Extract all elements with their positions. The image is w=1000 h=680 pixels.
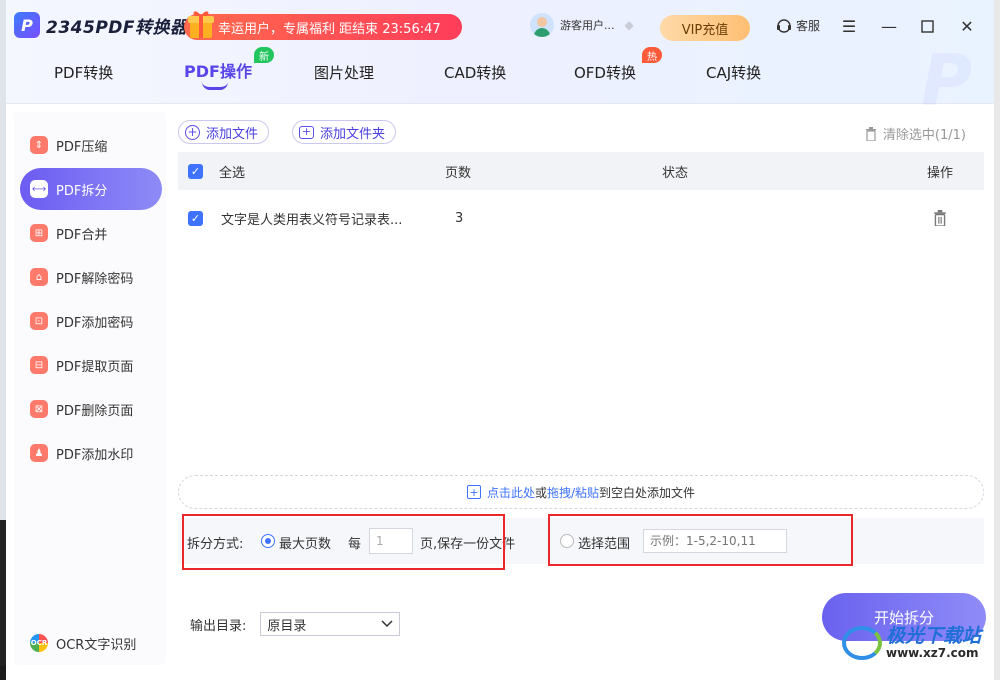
vip-recharge-button[interactable]: VIP充值 [660, 15, 750, 41]
customer-service-button[interactable]: 客服 [776, 17, 820, 34]
diamond-icon: ◆ [624, 18, 634, 32]
watermark-icon: ♟ [30, 444, 48, 462]
promo-banner[interactable]: 幸运用户，专属福利 距结束 23:56:47 [184, 11, 462, 40]
tab-cad-convert[interactable]: CAD转换 [444, 62, 506, 83]
user-name: 游客用户... [560, 19, 615, 32]
sidebar-item-label: OCR文字识别 [56, 637, 137, 653]
sidebar-item-split[interactable]: ⟷ PDF拆分 [20, 168, 162, 210]
sidebar-item-label: PDF合并 [56, 227, 108, 243]
sidebar-item-remove-password[interactable]: ⌂ PDF解除密码 [20, 256, 162, 298]
gift-icon [188, 11, 214, 38]
sidebar-item-add-watermark[interactable]: ♟ PDF添加水印 [20, 432, 162, 474]
site-watermark: 极光下载站 www.xz7.com [842, 626, 981, 660]
minimize-icon[interactable]: — [878, 14, 900, 38]
extract-icon: ⊟ [30, 356, 48, 374]
sidebar-item-label: PDF拆分 [56, 183, 108, 199]
delete-page-icon: ⊠ [30, 400, 48, 418]
highlight-box-max-pages [182, 514, 505, 570]
output-directory-value: 原目录 [267, 618, 307, 634]
main-panel: + 添加文件 + 添加文件夹 清除选中(1/1) ✓ 全选 页数 状态 操作 ✓… [172, 112, 994, 680]
active-tab-indicator [202, 82, 228, 90]
clear-selected-label: 清除选中(1/1) [882, 128, 966, 143]
user-account[interactable]: 游客用户... ◆ [530, 13, 634, 37]
column-header-select-all: 全选 [219, 165, 246, 181]
drop-zone-text: 或 [534, 485, 547, 500]
lock-icon: ⊡ [30, 312, 48, 330]
column-header-actions: 操作 [927, 165, 954, 181]
add-file-label: 添加文件 [206, 126, 259, 142]
sidebar-item-label: PDF压缩 [56, 139, 108, 155]
tab-caj-convert[interactable]: CAJ转换 [706, 62, 761, 83]
sidebar-item-label: PDF添加水印 [56, 447, 134, 463]
sidebar-item-extract-pages[interactable]: ⊟ PDF提取页面 [20, 344, 162, 386]
site-url: www.xz7.com [886, 646, 979, 660]
background-desktop-right [993, 0, 1000, 680]
sidebar-item-label: PDF解除密码 [56, 271, 134, 287]
tab-pdf-operate[interactable]: PDF操作 [184, 58, 252, 82]
clear-selected-button[interactable]: 清除选中(1/1) [865, 124, 966, 143]
add-icon: + [466, 485, 481, 499]
tab-pdf-convert[interactable]: PDF转换 [54, 62, 113, 83]
avatar [530, 13, 554, 37]
maximize-icon[interactable] [916, 14, 938, 38]
file-name: 文字是人类用表义符号记录表... [221, 212, 403, 228]
delete-row-icon[interactable] [933, 210, 947, 226]
sidebar-item-compress[interactable]: ⇕ PDF压缩 [20, 124, 162, 166]
column-header-pages: 页数 [445, 165, 472, 181]
compress-icon: ⇕ [30, 136, 48, 154]
site-name: 极光下载站 [886, 625, 982, 647]
add-folder-label: 添加文件夹 [320, 126, 386, 142]
menu-icon[interactable]: ☰ [838, 14, 860, 38]
column-header-status: 状态 [662, 165, 689, 181]
drop-zone-click-link[interactable]: 点击此处 [487, 484, 535, 501]
select-all-checkbox[interactable]: ✓ [188, 163, 203, 179]
split-icon: ⟷ [30, 180, 48, 198]
ocr-icon: OCR [30, 634, 48, 652]
sidebar-item-delete-pages[interactable]: ⊠ PDF删除页面 [20, 388, 162, 430]
file-pages: 3 [455, 210, 464, 226]
merge-icon: ⊞ [30, 224, 48, 242]
row-checkbox[interactable]: ✓ [188, 210, 203, 226]
promo-text: 幸运用户，专属福利 距结束 23:56:47 [218, 21, 441, 37]
sidebar-item-label: PDF添加密码 [56, 315, 134, 331]
logo-icon: P [14, 12, 40, 38]
chevron-down-icon [381, 620, 393, 628]
hot-badge: 热 [642, 47, 662, 63]
tab-ofd-convert[interactable]: OFD转换 [574, 62, 636, 83]
sidebar-item-merge[interactable]: ⊞ PDF合并 [20, 212, 162, 254]
sidebar: ⇕ PDF压缩 ⟷ PDF拆分 ⊞ PDF合并 ⌂ PDF解除密码 ⊡ PDF添… [14, 112, 166, 665]
file-table-header: ✓ 全选 页数 状态 操作 [178, 152, 984, 190]
sidebar-item-label: PDF提取页面 [56, 359, 134, 375]
folder-plus-icon: + [299, 125, 314, 139]
trash-icon [865, 126, 876, 141]
table-row[interactable]: ✓ 文字是人类用表义符号记录表... 3 [178, 200, 984, 236]
unlock-icon: ⌂ [30, 268, 48, 286]
plus-icon: + [185, 124, 200, 140]
drop-zone[interactable]: + 点击此处或拖拽/粘贴 到空白处添加文件 [178, 475, 984, 509]
add-folder-button[interactable]: + 添加文件夹 [292, 120, 397, 144]
sidebar-item-label: PDF删除页面 [56, 403, 134, 419]
headset-icon [777, 18, 791, 33]
new-badge: 新 [254, 47, 274, 63]
highlight-box-range [548, 514, 853, 566]
app-window: P 2345PDF转换器 幸运用户，专属福利 距结束 23:56:47 游客用户… [6, 0, 994, 680]
output-directory-row: 输出目录: 原目录 [190, 612, 401, 636]
header: P 2345PDF转换器 幸运用户，专属福利 距结束 23:56:47 游客用户… [6, 0, 994, 122]
app-name: 2345PDF转换器 [46, 17, 188, 38]
app-logo: P 2345PDF转换器 [14, 12, 188, 38]
site-logo-icon [842, 626, 882, 660]
drop-zone-drag-link: 拖拽/粘贴 [546, 485, 600, 500]
output-directory-select[interactable]: 原目录 [260, 612, 401, 636]
close-icon[interactable]: ✕ [956, 14, 978, 38]
sidebar-item-ocr[interactable]: OCR OCR文字识别 [20, 622, 162, 664]
main-tabs: PDF转换 PDF操作 新 图片处理 CAD转换 OFD转换 热 CAJ转换 [6, 47, 994, 96]
service-label: 客服 [796, 19, 821, 33]
sidebar-item-add-password[interactable]: ⊡ PDF添加密码 [20, 300, 162, 342]
output-directory-label: 输出目录: [190, 618, 247, 634]
drop-zone-text-end: 到空白处添加文件 [599, 485, 696, 500]
tab-image-process[interactable]: 图片处理 [314, 62, 374, 83]
add-file-button[interactable]: + 添加文件 [178, 120, 270, 144]
